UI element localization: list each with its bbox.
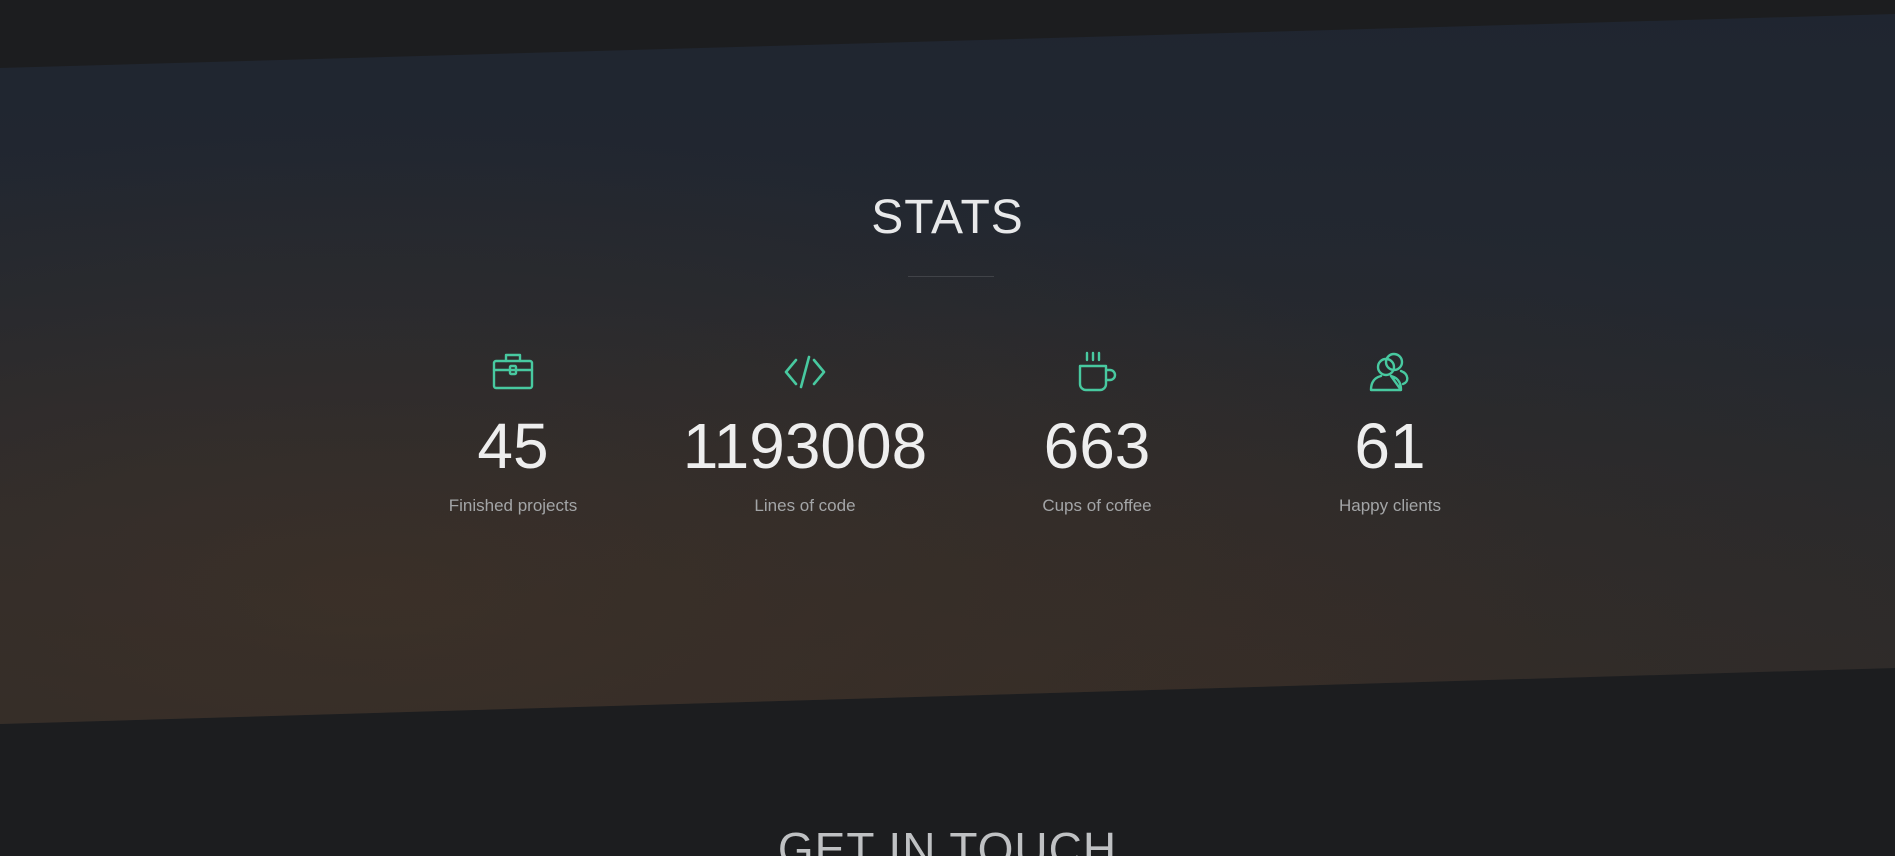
briefcase-icon [492, 353, 534, 390]
stat-value: 61 [1354, 410, 1426, 482]
stat-cups-of-coffee: 663 Cups of coffee [947, 350, 1247, 516]
stat-value: 663 [1043, 410, 1151, 482]
users-icon [1369, 352, 1409, 392]
coffee-cup-icon [1078, 351, 1117, 392]
stat-lines-of-code: 1193008 Lines of code [655, 350, 955, 516]
page: STATS 45 Finished projects 1193008 Lines… [0, 0, 1895, 856]
stat-value: 1193008 [682, 410, 928, 482]
stat-label: Happy clients [1338, 496, 1442, 515]
stat-label: Finished projects [448, 496, 578, 515]
get-in-touch-heading: GET IN TOUCH [777, 823, 1118, 856]
stats-heading: STATS [871, 191, 1024, 244]
stat-finished-projects: 45 Finished projects [363, 350, 663, 516]
heading-divider [908, 276, 994, 277]
stat-label: Lines of code [754, 496, 856, 515]
stat-happy-clients: 61 Happy clients [1240, 350, 1540, 516]
stat-value: 45 [477, 410, 549, 482]
code-icon [784, 355, 826, 389]
stat-label: Cups of coffee [1042, 496, 1152, 515]
